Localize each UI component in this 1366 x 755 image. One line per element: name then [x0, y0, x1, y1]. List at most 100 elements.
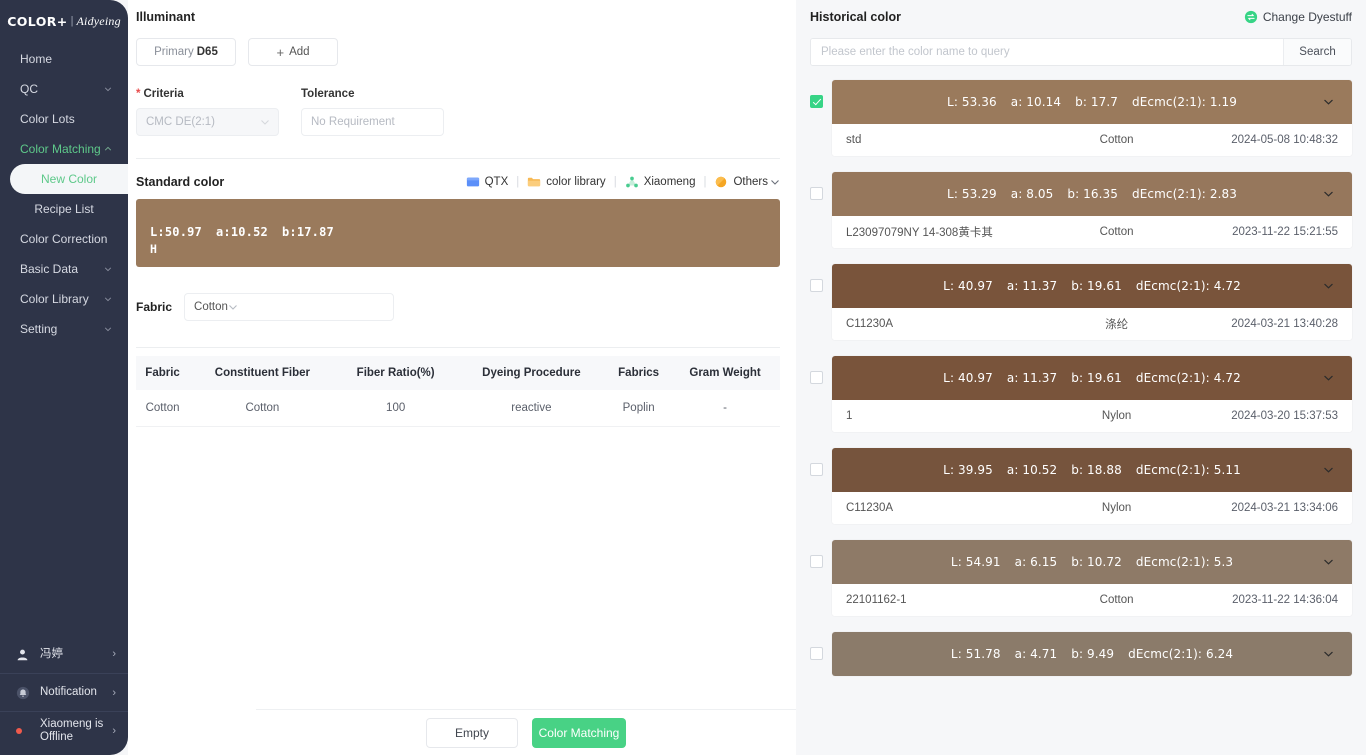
- sidebar-subitem-label: New Color: [40, 172, 97, 186]
- sidebar-device-status[interactable]: Xiaomeng is Offline ›: [0, 711, 128, 749]
- illuminant-primary-chip[interactable]: Primary D65: [136, 38, 236, 66]
- add-illuminant-button[interactable]: + Add: [248, 38, 338, 66]
- sidebar-item-setting[interactable]: Setting: [0, 314, 128, 344]
- historical-color-card: L: 54.91 a: 6.15 b: 10.72 dEcmc(2:1): 5.3 22…: [832, 540, 1352, 616]
- color-values: L: 39.95 a: 10.52 b: 18.88 dEcmc(2:1): 5.11: [832, 463, 1352, 477]
- source-qtx[interactable]: QTX: [466, 175, 508, 189]
- table-row[interactable]: Cotton Cotton 100 reactive Poplin -: [136, 390, 780, 427]
- value-L: L: 40.97: [943, 279, 993, 293]
- color-material: Cotton: [1099, 134, 1134, 146]
- sidebar-submenu-color-matching: New Color Recipe List: [0, 164, 128, 224]
- sidebar-item-label: Color Matching: [20, 142, 101, 156]
- sidebar-item-basic-data[interactable]: Basic Data: [0, 254, 128, 284]
- table-header-cell: Fiber Ratio(%): [335, 356, 456, 390]
- color-values: L: 51.78 a: 4.71 b: 9.49 dEcmc(2:1): 6.24: [832, 647, 1352, 661]
- divider: [136, 158, 780, 159]
- color-band[interactable]: L: 40.97 a: 11.37 b: 19.61 dEcmc(2:1): 4.72: [832, 356, 1352, 400]
- source-others[interactable]: Others: [714, 175, 780, 189]
- row-checkbox[interactable]: [810, 95, 823, 108]
- source-color-library[interactable]: color library: [527, 175, 606, 189]
- sidebar-item-color-library[interactable]: Color Library: [0, 284, 128, 314]
- historical-color-row[interactable]: L: 54.91 a: 6.15 b: 10.72 dEcmc(2:1): 5.3 22…: [810, 540, 1352, 616]
- color-matching-button[interactable]: Color Matching: [532, 717, 626, 748]
- sidebar-item-color-matching[interactable]: Color Matching: [0, 134, 128, 164]
- row-checkbox[interactable]: [810, 555, 823, 568]
- color-band[interactable]: L: 53.36 a: 10.14 b: 17.7 dEcmc(2:1): 1.19: [832, 80, 1352, 124]
- color-band[interactable]: L: 54.91 a: 6.15 b: 10.72 dEcmc(2:1): 5.3: [832, 540, 1352, 584]
- criteria-tolerance-row: * Criteria CMC DE(2:1) Tolerance No Requi…: [136, 88, 780, 136]
- color-values: L: 40.97 a: 11.37 b: 19.61 dEcmc(2:1): 4.72: [832, 371, 1352, 385]
- row-checkbox[interactable]: [810, 647, 823, 660]
- row-checkbox[interactable]: [810, 187, 823, 200]
- value-L: L: 53.36: [947, 95, 997, 109]
- historical-color-row[interactable]: L: 39.95 a: 10.52 b: 18.88 dEcmc(2:1): 5.11…: [810, 448, 1352, 524]
- search-input[interactable]: [811, 39, 1283, 65]
- row-checkbox[interactable]: [810, 371, 823, 384]
- color-name: L23097079NY 14-308黄卡其: [846, 227, 993, 239]
- illuminant-primary-prefix: Primary: [154, 46, 194, 58]
- fabric-value: Cotton: [194, 301, 228, 313]
- table-cell: Cotton: [189, 390, 336, 427]
- change-dyestuff-button[interactable]: Change Dyestuff: [1244, 10, 1352, 24]
- source-xiaomeng[interactable]: Xiaomeng: [625, 175, 695, 189]
- historical-color-row[interactable]: L: 53.29 a: 8.05 b: 16.35 dEcmc(2:1): 2.83 L…: [810, 172, 1352, 248]
- color-date: 2024-03-21 13:40:28: [1231, 318, 1338, 330]
- tolerance-input[interactable]: No Requirement: [301, 108, 444, 136]
- sidebar-item-color-lots[interactable]: Color Lots: [0, 104, 128, 134]
- sidebar-item-color-correction[interactable]: Color Correction: [0, 224, 128, 254]
- historical-color-row[interactable]: L: 53.36 a: 10.14 b: 17.7 dEcmc(2:1): 1.19 s…: [810, 80, 1352, 156]
- historical-color-card: L: 51.78 a: 4.71 b: 9.49 dEcmc(2:1): 6.24: [832, 632, 1352, 676]
- qtx-icon: [466, 175, 480, 189]
- sidebar-user-account[interactable]: 冯婷 ›: [0, 635, 128, 673]
- chevron-right-icon: ›: [112, 686, 116, 699]
- historical-color-row[interactable]: L: 51.78 a: 4.71 b: 9.49 dEcmc(2:1): 6.24: [810, 632, 1352, 676]
- sidebar-item-label: Color Lots: [20, 112, 75, 126]
- sidebar-footer: 冯婷 › Notification › Xiaomeng is Offline …: [0, 635, 128, 755]
- fabric-row: Fabric Cotton: [136, 293, 780, 321]
- color-band[interactable]: L: 39.95 a: 10.52 b: 18.88 dEcmc(2:1): 5.11: [832, 448, 1352, 492]
- historical-color-row[interactable]: L: 40.97 a: 11.37 b: 19.61 dEcmc(2:1): 4.72…: [810, 356, 1352, 432]
- illuminant-primary-value: D65: [196, 46, 218, 58]
- sidebar-item-new-color[interactable]: New Color: [10, 164, 128, 194]
- sidebar-item-qc[interactable]: QC: [0, 74, 128, 104]
- color-material: Nylon: [1101, 410, 1132, 422]
- source-label: color library: [546, 176, 606, 188]
- standard-color-swatch[interactable]: L:50.97 a:10.52 b:17.87 H: [136, 199, 780, 267]
- sidebar-notification[interactable]: Notification ›: [0, 673, 128, 711]
- standard-color-title: Standard color: [136, 175, 225, 189]
- value-decmc: dEcmc(2:1): 2.83: [1132, 187, 1237, 201]
- value-b: b: 9.49: [1071, 647, 1115, 661]
- sidebar-item-recipe-list[interactable]: Recipe List: [0, 194, 128, 224]
- source-label: Others: [733, 176, 768, 188]
- sidebar-item-label: Setting: [20, 322, 58, 336]
- criteria-select[interactable]: CMC DE(2:1): [136, 108, 279, 136]
- historical-color-row[interactable]: L: 40.97 a: 11.37 b: 19.61 dEcmc(2:1): 4.72…: [810, 264, 1352, 340]
- chevron-down-icon[interactable]: [1323, 465, 1334, 476]
- chevron-down-icon[interactable]: [1323, 281, 1334, 292]
- color-band[interactable]: L: 51.78 a: 4.71 b: 9.49 dEcmc(2:1): 6.24: [832, 632, 1352, 676]
- chevron-down-icon[interactable]: [1323, 189, 1334, 200]
- main-content: Illuminant Primary D65 + Add *Criteria: [128, 0, 1366, 755]
- chevron-down-icon[interactable]: [1323, 373, 1334, 384]
- value-a: a: 6.15: [1014, 555, 1058, 569]
- molecule-icon: [625, 175, 639, 189]
- value-decmc: dEcmc(2:1): 6.24: [1128, 647, 1234, 661]
- value-b: b: 19.61: [1071, 371, 1122, 385]
- empty-button[interactable]: Empty: [426, 717, 518, 748]
- color-band[interactable]: L: 40.97 a: 11.37 b: 19.61 dEcmc(2:1): 4.72: [832, 264, 1352, 308]
- chevron-down-icon[interactable]: [1323, 649, 1334, 660]
- chevron-down-icon[interactable]: [1323, 557, 1334, 568]
- chevron-down-icon[interactable]: [1323, 97, 1334, 108]
- row-checkbox[interactable]: [810, 463, 823, 476]
- standard-color-a: a:10.52: [215, 225, 268, 239]
- search-button[interactable]: Search: [1283, 39, 1351, 65]
- historical-color-meta: 1 Nylon 2024-03-20 15:37:53: [832, 400, 1352, 432]
- value-decmc: dEcmc(2:1): 5.11: [1135, 463, 1241, 477]
- color-band[interactable]: L: 53.29 a: 8.05 b: 16.35 dEcmc(2:1): 2.83: [832, 172, 1352, 216]
- standard-color-extra: H: [150, 242, 157, 256]
- row-checkbox[interactable]: [810, 279, 823, 292]
- fabric-select[interactable]: Cotton: [184, 293, 395, 321]
- sidebar-item-home[interactable]: Home: [0, 44, 128, 74]
- chevron-down-icon: [104, 297, 112, 302]
- brand-name: COLOR+: [7, 13, 68, 29]
